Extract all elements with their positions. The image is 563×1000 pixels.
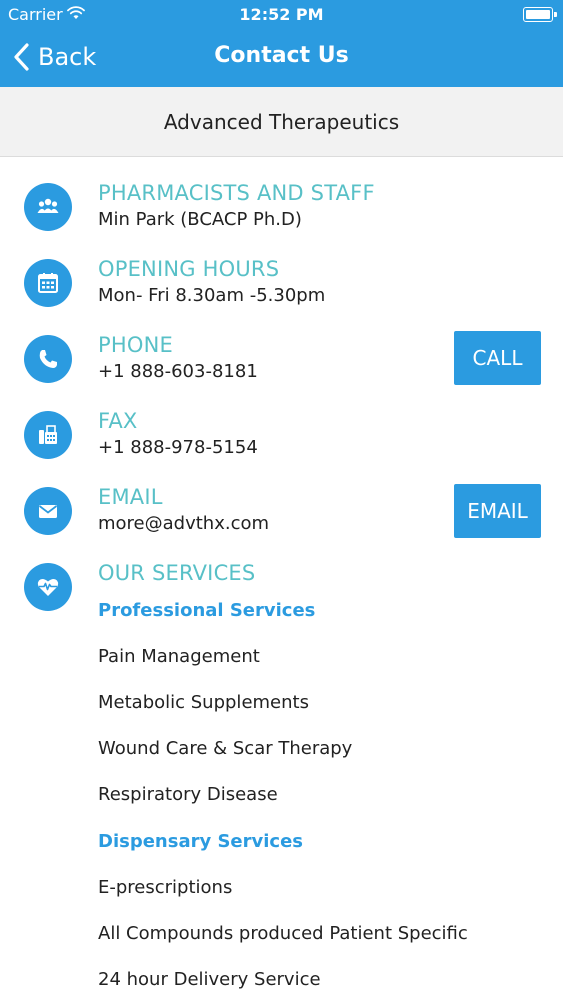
staff-section: PHARMACISTS AND STAFF Min Park (BCACP Ph… (0, 181, 563, 253)
status-time: 12:52 PM (239, 5, 324, 24)
service-item: 24 hour Delivery Service (98, 969, 321, 990)
people-icon (24, 183, 72, 231)
phone-value[interactable]: +1 888-603-8181 (98, 361, 258, 382)
fax-title: FAX (98, 409, 138, 433)
service-item: All Compounds produced Patient Specific (98, 923, 468, 944)
service-item: Respiratory Disease (98, 784, 278, 805)
battery-icon (523, 7, 557, 22)
hours-section: OPENING HOURS Mon- Fri 8.30am -5.30pm (0, 257, 563, 329)
email-value[interactable]: more@advthx.com (98, 513, 269, 534)
service-item: E-prescriptions (98, 877, 233, 898)
service-item: Metabolic Supplements (98, 692, 309, 713)
envelope-icon (24, 487, 72, 535)
calendar-icon (24, 259, 72, 307)
services-group-heading: Dispensary Services (98, 831, 304, 852)
nav-header: Carrier 12:52 PM Back Contact Us (0, 0, 563, 87)
fax-section: FAX +1 888-978-5154 (0, 409, 563, 481)
page-title: Contact Us (214, 43, 349, 68)
email-title: EMAIL (98, 485, 163, 509)
fax-icon (24, 411, 72, 459)
heart-pulse-icon (24, 563, 72, 611)
services-title: OUR SERVICES (98, 561, 256, 585)
business-name-bar: Advanced Therapeutics (0, 87, 563, 157)
services-section: OUR SERVICES (0, 561, 563, 633)
staff-title: PHARMACISTS AND STAFF (98, 181, 375, 205)
phone-title: PHONE (98, 333, 173, 357)
services-group-heading: Professional Services (98, 600, 316, 621)
fax-value: +1 888-978-5154 (98, 437, 258, 458)
call-button[interactable]: CALL (454, 331, 541, 385)
service-item: Wound Care & Scar Therapy (98, 738, 353, 759)
email-button[interactable]: EMAIL (454, 484, 541, 538)
status-bar: Carrier 12:52 PM (0, 0, 563, 30)
hours-value: Mon- Fri 8.30am -5.30pm (98, 285, 326, 306)
staff-value: Min Park (BCACP Ph.D) (98, 209, 302, 230)
service-item: Pain Management (98, 646, 260, 667)
hours-title: OPENING HOURS (98, 257, 280, 281)
business-name: Advanced Therapeutics (163, 109, 400, 134)
phone-icon (24, 335, 72, 383)
